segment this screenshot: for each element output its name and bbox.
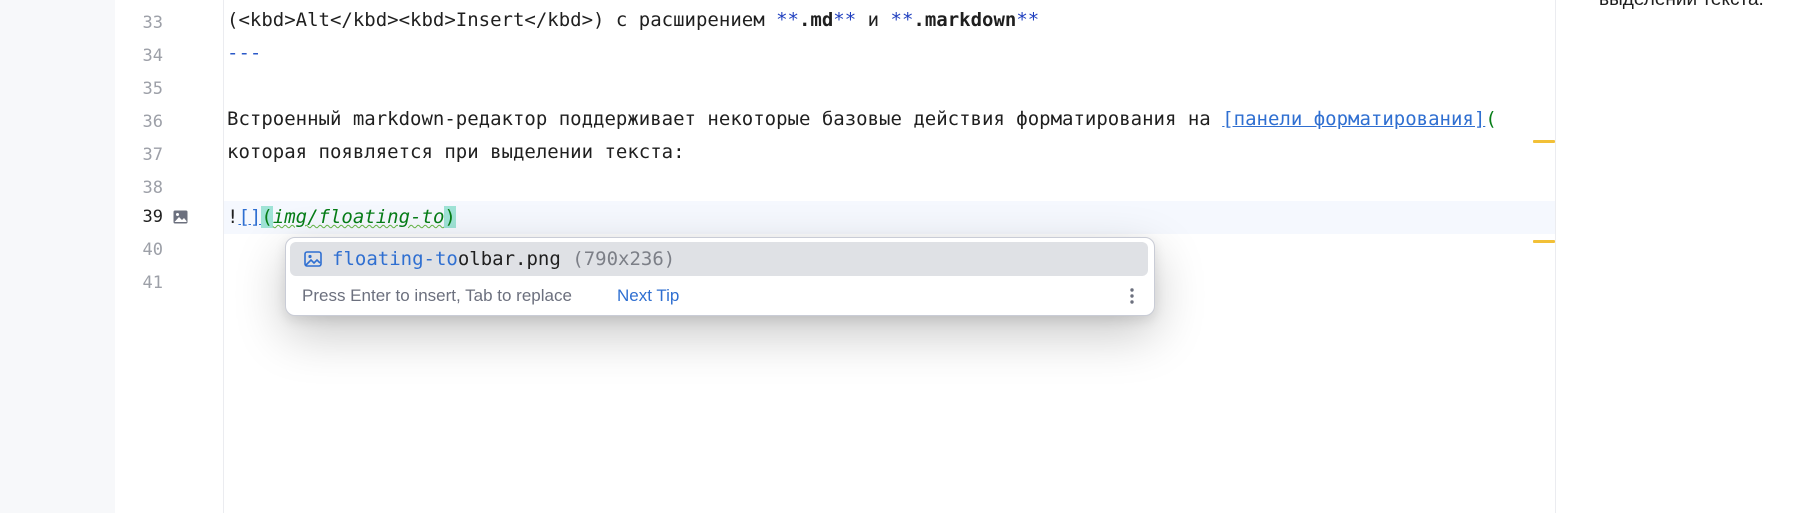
preview-text: выделении текста. — [1599, 0, 1764, 11]
markdown-preview-panel: выделении текста. — [1555, 0, 1805, 513]
editor-line-36: Встроенный markdown-редактор поддерживае… — [227, 103, 1497, 136]
line-text: (<kbd>Alt</kbd><kbd>Insert</kbd>) с расш… — [227, 9, 777, 31]
completion-rest: olbar.png — [457, 248, 561, 270]
completion-item[interactable]: floating-toolbar.png (790x236) — [290, 242, 1148, 276]
bold-marker: ** — [833, 9, 857, 31]
warning-stripe-marker[interactable] — [1533, 240, 1555, 243]
image-bang: ! — [227, 206, 239, 228]
next-tip-link[interactable]: Next Tip — [617, 278, 679, 314]
bold-marker: ** — [776, 9, 799, 31]
warning-stripe-marker[interactable] — [1533, 140, 1555, 143]
bold-marker: ** — [1016, 9, 1040, 31]
left-tool-strip — [0, 0, 116, 513]
line-number: 33 — [142, 13, 163, 33]
image-dimensions: (790x236) — [572, 248, 676, 270]
line-number: 34 — [142, 46, 163, 66]
editor-line-33: (<kbd>Alt</kbd><kbd>Insert</kbd>) с расш… — [227, 4, 1039, 37]
editor-line-37: которая появляется при выделении текста: — [227, 141, 685, 163]
completion-footer: Press Enter to insert, Tab to replace Ne… — [286, 278, 1154, 314]
line-number-current: 39 — [142, 207, 163, 227]
image-file-icon — [304, 251, 322, 267]
completion-match: floating-to — [332, 248, 458, 270]
markdown-link[interactable]: [панели форматирования] — [1222, 108, 1485, 130]
line-text: и — [856, 9, 891, 31]
bold-text: .markdown — [913, 9, 1017, 31]
open-paren-highlight: ( — [261, 206, 273, 228]
line-number: 37 — [142, 145, 163, 165]
link-paren: ( — [1485, 108, 1497, 130]
bold-marker: ** — [890, 9, 914, 31]
image-alt-brackets: [] — [238, 206, 262, 228]
editor-line-39[interactable]: ![](img/floating-to) — [227, 201, 456, 234]
completion-popup: floating-toolbar.png (790x236) Press Ent… — [285, 237, 1155, 316]
image-gutter-icon[interactable] — [173, 210, 188, 224]
close-paren-highlight: ) — [444, 206, 456, 228]
completion-hint: Press Enter to insert, Tab to replace — [302, 286, 572, 305]
bold-text: .md — [798, 9, 834, 31]
line-number: 36 — [142, 112, 163, 132]
image-path: img/floating-to — [272, 206, 445, 228]
line-number: 40 — [142, 240, 163, 260]
vertical-ellipsis-icon[interactable] — [1122, 286, 1142, 306]
line-number: 41 — [142, 273, 163, 293]
horizontal-rule: --- — [227, 42, 262, 64]
line-number: 35 — [142, 79, 163, 99]
line-text: Встроенный markdown-редактор поддерживае… — [227, 108, 1223, 130]
